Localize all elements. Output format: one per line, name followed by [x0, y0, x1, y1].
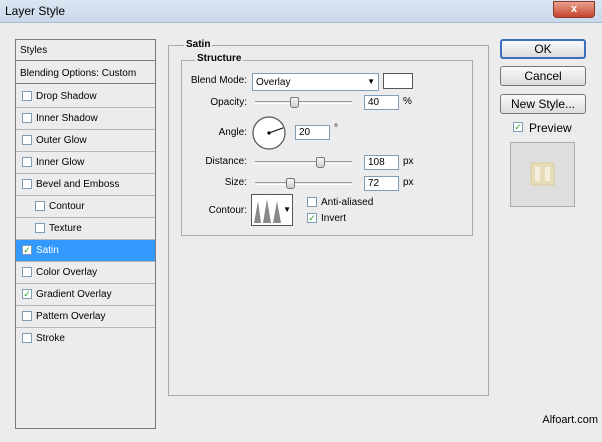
style-item-gradient-overlay[interactable]: ✓ Gradient Overlay	[16, 284, 155, 305]
structure-title: Structure	[195, 53, 244, 64]
style-item-label: Bevel and Emboss	[36, 179, 120, 190]
style-item-divider	[16, 217, 155, 218]
style-item-divider	[16, 283, 155, 284]
size-slider[interactable]	[255, 182, 352, 185]
preview-checkbox[interactable]: ✓	[513, 122, 523, 132]
style-item-texture[interactable]: Texture	[16, 218, 155, 239]
style-item-checkbox[interactable]	[22, 311, 32, 321]
styles-panel: Styles Blending Options: Custom Drop Sha…	[15, 39, 156, 429]
blend-mode-value: Overlay	[256, 77, 291, 88]
style-item-checkbox[interactable]	[35, 201, 45, 211]
style-item-inner-shadow[interactable]: Inner Shadow	[16, 108, 155, 129]
style-item-color-overlay[interactable]: Color Overlay	[16, 262, 155, 283]
distance-input[interactable]: 108	[364, 155, 399, 170]
style-item-outer-glow[interactable]: Outer Glow	[16, 130, 155, 151]
size-label: Size:	[224, 177, 247, 188]
style-item-divider	[16, 305, 155, 306]
style-item-drop-shadow[interactable]: Drop Shadow	[16, 86, 155, 107]
style-item-checkbox[interactable]	[22, 267, 32, 277]
style-item-label: Drop Shadow	[36, 91, 97, 102]
opacity-input[interactable]: 40	[364, 95, 399, 110]
style-item-divider	[16, 173, 155, 174]
style-item-label: Stroke	[36, 333, 65, 344]
angle-input[interactable]: 20	[295, 125, 330, 140]
style-item-contour[interactable]: Contour	[16, 196, 155, 217]
contour-curve-icon	[254, 199, 281, 223]
style-item-checkbox[interactable]	[35, 223, 45, 233]
angle-dial-icon	[252, 116, 286, 150]
style-item-inner-glow[interactable]: Inner Glow	[16, 152, 155, 173]
style-item-label: Texture	[49, 223, 82, 234]
style-item-checkbox[interactable]: ✓	[22, 289, 32, 299]
style-item-label: Inner Glow	[36, 157, 85, 168]
style-item-label: Contour	[49, 201, 85, 212]
style-item-label: Satin	[36, 245, 59, 256]
blend-color-swatch[interactable]	[383, 73, 413, 89]
distance-unit: px	[403, 156, 414, 167]
style-item-divider	[16, 239, 155, 240]
window-title: Layer Style	[5, 4, 66, 18]
style-item-checkbox[interactable]	[22, 179, 32, 189]
anti-aliased-label: Anti-aliased	[321, 197, 374, 208]
style-item-label: Outer Glow	[36, 135, 87, 146]
anti-aliased-checkbox[interactable]	[307, 197, 317, 207]
preview-thumbnail	[510, 142, 575, 207]
style-item-label: Color Overlay	[36, 267, 98, 278]
invert-checkbox[interactable]: ✓	[307, 213, 317, 223]
opacity-label: Opacity:	[210, 97, 247, 108]
style-item-divider	[16, 129, 155, 130]
invert-label: Invert	[321, 213, 347, 224]
style-item-label: Pattern Overlay	[36, 311, 106, 322]
preview-swatch-icon	[530, 162, 555, 186]
opacity-slider[interactable]	[255, 101, 352, 104]
style-item-satin[interactable]: ✓ Satin	[16, 240, 155, 261]
blending-options[interactable]: Blending Options: Custom	[16, 63, 155, 84]
style-item-divider	[16, 261, 155, 262]
watermark: Alfoart.com	[542, 414, 598, 426]
contour-picker[interactable]: ▼	[251, 194, 293, 226]
style-item-bevel-and-emboss[interactable]: Bevel and Emboss	[16, 174, 155, 195]
style-item-checkbox[interactable]: ✓	[22, 245, 32, 255]
distance-slider-thumb[interactable]	[316, 157, 326, 168]
dropdown-arrow-icon: ▼	[367, 77, 375, 86]
contour-label: Contour:	[208, 205, 247, 216]
style-item-checkbox[interactable]	[22, 113, 32, 123]
ok-button[interactable]: OK	[500, 39, 586, 59]
style-item-checkbox[interactable]	[22, 333, 32, 343]
style-item-divider	[16, 151, 155, 152]
angle-label: Angle:	[218, 127, 247, 138]
styles-header[interactable]: Styles	[16, 40, 155, 61]
style-item-divider	[16, 327, 155, 328]
style-item-divider	[16, 107, 155, 108]
satin-title: Satin	[184, 39, 213, 50]
style-item-stroke[interactable]: Stroke	[16, 328, 155, 349]
size-slider-thumb[interactable]	[285, 178, 295, 189]
close-button[interactable]: x	[553, 1, 595, 18]
cancel-button[interactable]: Cancel	[500, 66, 586, 86]
angle-dial[interactable]	[251, 115, 287, 151]
style-item-label: Inner Shadow	[36, 113, 98, 124]
size-unit: px	[403, 177, 414, 188]
style-item-pattern-overlay[interactable]: Pattern Overlay	[16, 306, 155, 327]
new-style-button[interactable]: New Style...	[500, 94, 586, 114]
style-item-divider	[16, 195, 155, 196]
angle-unit: °	[334, 123, 338, 134]
distance-label: Distance:	[205, 156, 247, 167]
blend-mode-select[interactable]: Overlay ▼	[252, 73, 379, 91]
distance-slider[interactable]	[255, 161, 352, 164]
style-item-checkbox[interactable]	[22, 157, 32, 167]
preview-label: Preview	[529, 121, 572, 135]
style-item-checkbox[interactable]	[22, 91, 32, 101]
opacity-unit: %	[403, 96, 412, 107]
title-bar: Layer Style x	[0, 0, 602, 23]
blend-mode-label: Blend Mode:	[190, 75, 247, 86]
style-item-label: Gradient Overlay	[36, 289, 112, 300]
opacity-slider-thumb[interactable]	[289, 97, 299, 108]
size-input[interactable]: 72	[364, 176, 399, 191]
contour-dropdown-arrow-icon[interactable]: ▼	[283, 205, 291, 214]
style-item-checkbox[interactable]	[22, 135, 32, 145]
